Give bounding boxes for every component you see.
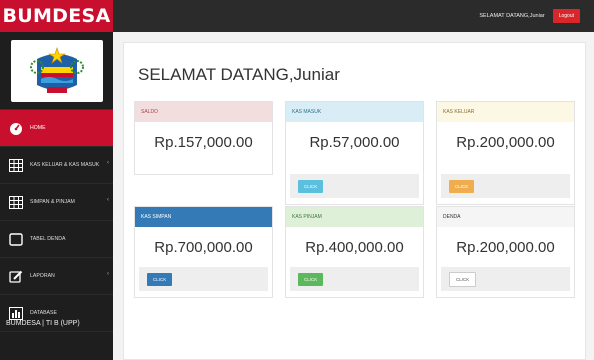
logo (10, 39, 103, 102)
card-header: KAS PINJAM (286, 207, 423, 227)
user-greeting: SELAMAT DATANG,Juniar (479, 13, 545, 19)
sidebar-item-laporan[interactable]: LAPORAN ‹ (0, 258, 113, 295)
card-value: Rp.700,000.00 (154, 239, 253, 256)
page-title: SELAMAT DATANG,Juniar (138, 65, 340, 84)
kas-pinjam-click-button[interactable]: CLICK (298, 272, 324, 286)
card-header: SALDO (135, 102, 272, 122)
logo-area (0, 32, 113, 110)
square-icon (8, 231, 24, 247)
card-header: DENDA (437, 207, 574, 227)
card-header: KAS SIMPAN (135, 207, 272, 227)
logout-button[interactable]: Logout (552, 9, 580, 23)
chevron-left-icon: ‹ (107, 197, 109, 203)
sidebar-item-label: LAPORAN (30, 273, 55, 279)
kas-masuk-card: KAS MASUK Rp.57,000.00 CLICK (285, 101, 424, 205)
card-header: KAS MASUK (286, 102, 423, 122)
sidebar-item-label: TABEL DENDA (30, 236, 66, 242)
main-content: SELAMAT DATANG,Juniar SALDO Rp.157,000.0… (113, 32, 594, 360)
sidebar-item-tabel-denda[interactable]: TABEL DENDA (0, 221, 113, 258)
sidebar-item-label: KAS KELUAR & KAS MASUK (30, 162, 100, 168)
chevron-left-icon: ‹ (107, 271, 109, 277)
card-value: Rp.57,000.00 (309, 134, 400, 151)
card-value: Rp.200,000.00 (456, 134, 555, 151)
sidebar-item-label: Home (30, 125, 46, 131)
table-icon (8, 194, 24, 210)
sidebar-item-home[interactable]: Home (0, 110, 113, 147)
denda-click-button[interactable]: CLICK (449, 271, 477, 287)
kas-keluar-card: KAS KELUAR Rp.200,000.00 CLICK (436, 101, 575, 205)
sidebar-item-label: DATABASE (30, 310, 57, 316)
dashboard-icon (8, 120, 24, 136)
sidebar: BUMDESA Home KAS KELUAR & KAS MASUK ‹ (0, 0, 113, 360)
emblem-icon (29, 46, 84, 93)
kas-simpan-card: KAS SIMPAN Rp.700,000.00 CLICK (134, 206, 273, 298)
card-footer: CLICK (290, 174, 419, 198)
sidebar-item-kas[interactable]: KAS KELUAR & KAS MASUK ‹ (0, 147, 113, 184)
sidebar-item-label: SIMPAN & PINJAM (30, 199, 75, 205)
card-value: Rp.400,000.00 (305, 239, 404, 256)
card-footer: CLICK (441, 267, 570, 291)
chevron-left-icon: ‹ (107, 160, 109, 166)
kas-keluar-click-button[interactable]: CLICK (449, 179, 475, 193)
sidebar-item-simpan-pinjam[interactable]: SIMPAN & PINJAM ‹ (0, 184, 113, 221)
card-value: Rp.157,000.00 (154, 134, 253, 151)
bar-chart-icon (8, 305, 24, 321)
kas-pinjam-card: KAS PINJAM Rp.400,000.00 CLICK (285, 206, 424, 298)
dashboard-panel: SELAMAT DATANG,Juniar SALDO Rp.157,000.0… (123, 42, 586, 360)
card-footer: CLICK (290, 267, 419, 291)
kas-masuk-click-button[interactable]: CLICK (298, 179, 324, 193)
edit-icon (8, 268, 24, 284)
brand-title: BUMDESA (2, 5, 111, 27)
topbar: SELAMAT DATANG,Juniar Logout (113, 0, 594, 32)
card-footer: CLICK (139, 267, 268, 291)
brand-bar[interactable]: BUMDESA (0, 0, 113, 32)
card-header: KAS KELUAR (437, 102, 574, 122)
card-value: Rp.200,000.00 (456, 239, 555, 256)
table-icon (8, 157, 24, 173)
denda-card: DENDA Rp.200,000.00 CLICK (436, 206, 575, 298)
kas-simpan-click-button[interactable]: CLICK (147, 272, 173, 286)
sidebar-footer: BUMDESA | TI B (UPP) (6, 320, 80, 327)
saldo-card: SALDO Rp.157,000.00 (134, 101, 273, 175)
card-footer: CLICK (441, 174, 570, 198)
